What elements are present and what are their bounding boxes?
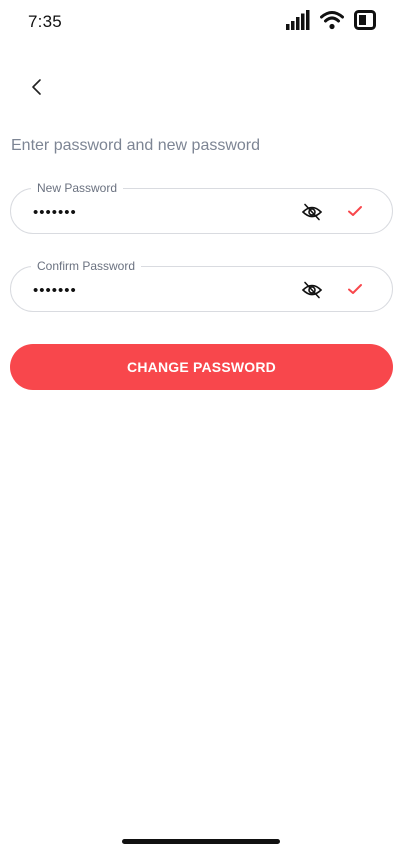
check-icon <box>345 201 365 221</box>
confirm-password-label: Confirm Password <box>31 257 142 275</box>
eye-off-icon[interactable] <box>300 278 324 302</box>
battery-icon <box>354 10 376 30</box>
eye-off-icon[interactable] <box>300 200 324 224</box>
status-icons <box>286 10 376 30</box>
new-password-label: New Password <box>31 179 124 197</box>
new-password-input[interactable] <box>33 200 273 224</box>
confirm-password-input[interactable] <box>33 278 273 302</box>
confirm-password-field: Confirm Password <box>10 257 393 312</box>
chevron-left-icon <box>30 78 44 101</box>
wifi-icon <box>320 10 344 30</box>
form-subtitle: Enter password and new password <box>11 137 261 154</box>
check-icon <box>345 279 365 299</box>
cellular-signal-icon <box>286 10 310 30</box>
home-indicator <box>122 839 280 844</box>
back-button[interactable] <box>22 74 52 104</box>
status-time: 7:35 <box>28 12 62 31</box>
new-password-field: New Password <box>10 179 393 234</box>
status-bar: 7:35 <box>0 0 406 44</box>
change-password-button[interactable]: CHANGE PASSWORD <box>10 344 393 390</box>
